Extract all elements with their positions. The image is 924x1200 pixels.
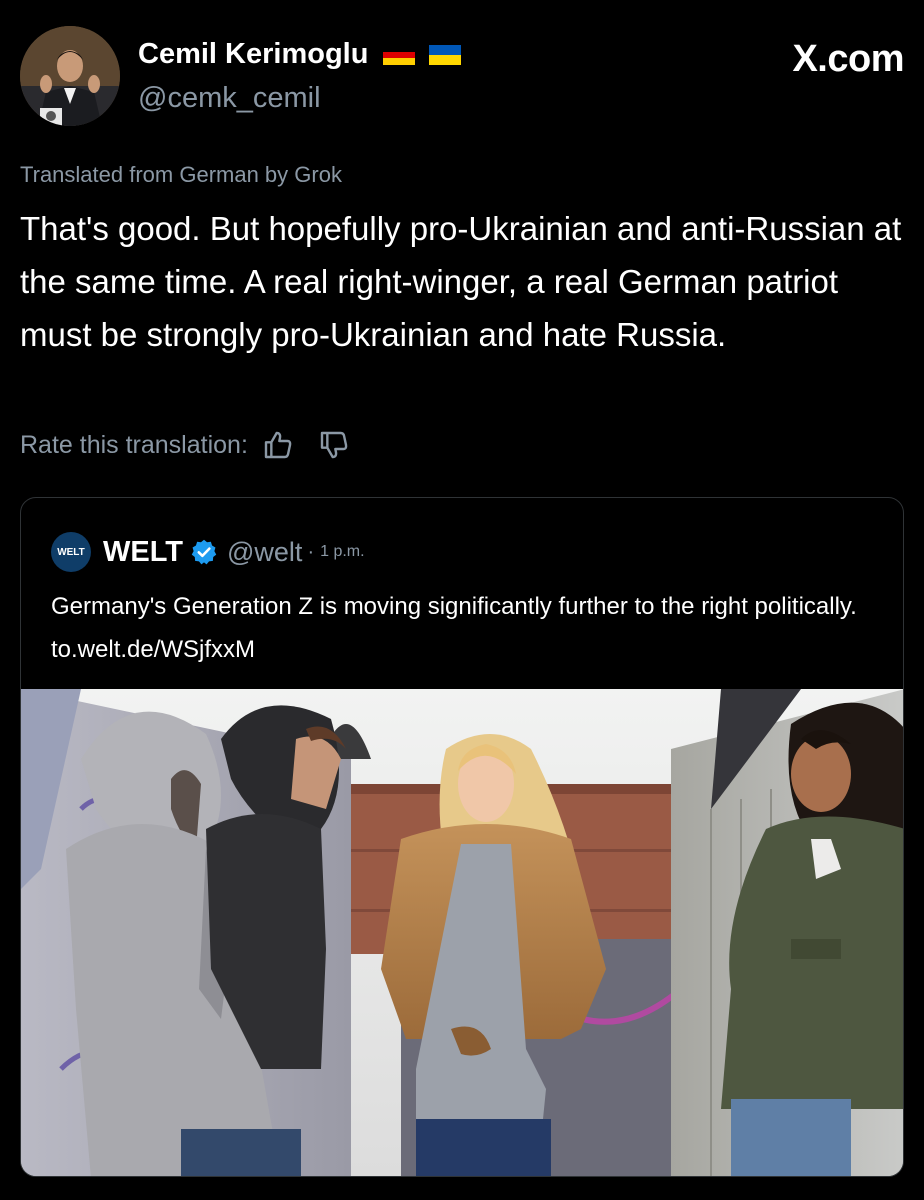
quoted-post-time[interactable]: 1 p.m. — [320, 543, 364, 561]
translation-note: Translated from German by Grok — [20, 162, 342, 187]
verified-badge-icon — [191, 539, 217, 565]
author-avatar[interactable] — [20, 26, 120, 126]
welt-logo-avatar[interactable]: WELT — [51, 532, 91, 572]
quoted-author-handle[interactable]: @welt — [227, 537, 302, 568]
author-handle[interactable]: @cemk_cemil — [138, 82, 321, 115]
thumbs-down-icon[interactable] — [318, 429, 350, 461]
welt-logo-text: WELT — [57, 546, 85, 558]
rate-translation-row: Rate this translation: — [20, 425, 350, 465]
post-text: That's good. But hopefully pro-Ukrainian… — [20, 210, 902, 353]
quoted-post-card[interactable]: WELT WELT @welt · 1 p.m. Germany's Gener… — [20, 497, 904, 1177]
ukraine-flag-icon — [428, 45, 461, 65]
thumbs-up-icon[interactable] — [262, 429, 294, 461]
author-name-text: Cemil Kerimoglu — [138, 38, 369, 70]
rate-translation-label: Rate this translation: — [20, 430, 248, 459]
quoted-post-header: WELT WELT @welt · 1 p.m. — [51, 532, 365, 572]
site-watermark: X.com — [792, 38, 904, 80]
separator-dot: · — [307, 540, 315, 563]
quoted-post-photo[interactable] — [21, 689, 904, 1177]
quoted-author-name[interactable]: WELT — [103, 536, 183, 569]
quoted-post-text: Germany's Generation Z is moving signifi… — [51, 593, 857, 663]
post-header: Cemil Kerimoglu @cemk_cemil X.com — [20, 24, 904, 134]
avatar-image — [20, 26, 120, 126]
germany-flag-icon — [382, 45, 415, 65]
author-display-name[interactable]: Cemil Kerimoglu — [138, 38, 461, 71]
